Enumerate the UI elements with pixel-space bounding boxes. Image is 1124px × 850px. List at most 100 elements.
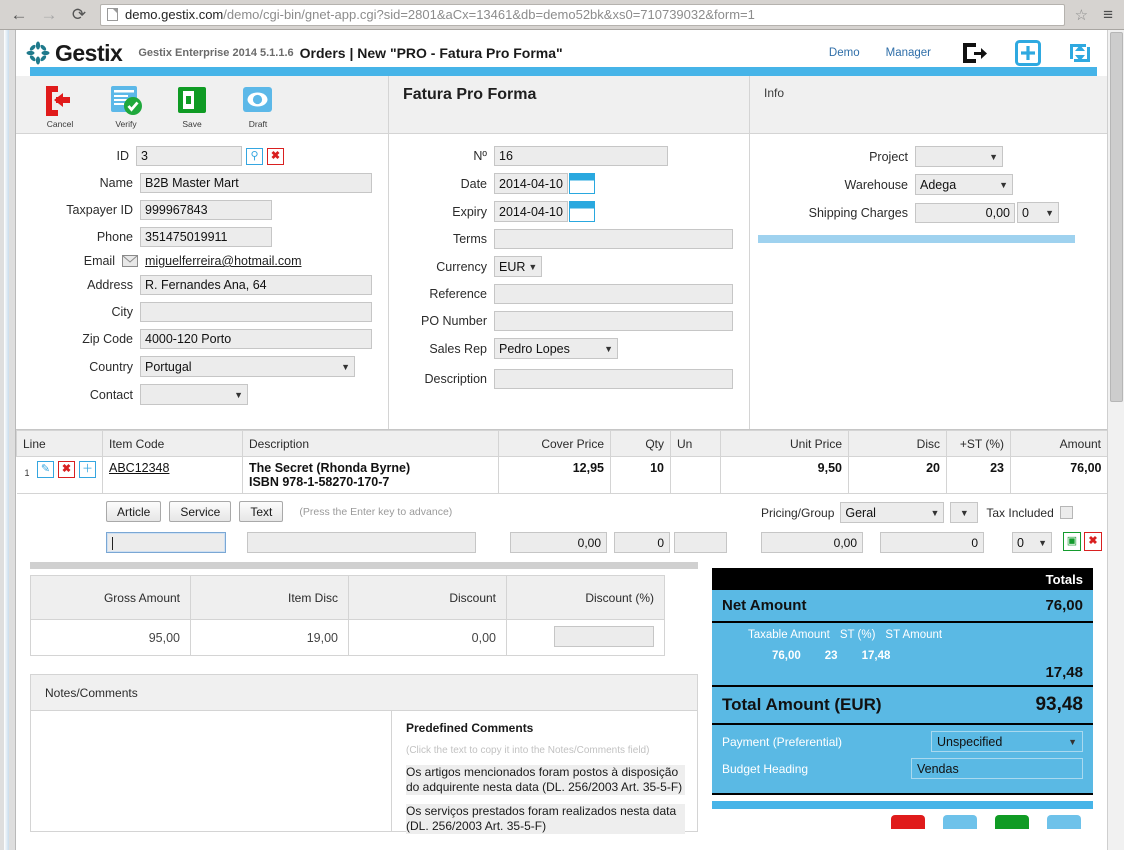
entry-unit-price-wrap: 0,00	[761, 532, 863, 553]
info-project-select[interactable]: ▼	[915, 146, 1003, 167]
calendar-icon[interactable]	[569, 173, 595, 194]
service-button[interactable]: Service	[169, 501, 232, 522]
customer-email-link[interactable]: miguelferreira@hotmail.com	[145, 254, 302, 268]
text-button[interactable]: Text	[239, 501, 284, 522]
entry-cover-price-input[interactable]: 0,00	[510, 532, 607, 553]
verify-button[interactable]: Verify	[104, 84, 148, 129]
header-link-demo[interactable]: Demo	[829, 47, 860, 59]
entry-disc-wrap: 0	[880, 532, 984, 553]
doc-description-input[interactable]	[494, 369, 733, 389]
info-warehouse-row: Warehouse Adega ▼	[750, 174, 1091, 195]
bottom-verify-button[interactable]	[943, 815, 977, 829]
tax-included-checkbox[interactable]	[1059, 506, 1073, 519]
entry-st-select[interactable]: 0 ▼	[1012, 532, 1052, 553]
envelope-icon[interactable]	[122, 255, 138, 267]
customer-contact-row: Contact ▼	[16, 384, 372, 405]
cancel-button[interactable]: Cancel	[38, 84, 82, 129]
doc-salesrep-select[interactable]: Pedro Lopes ▼	[494, 338, 618, 359]
notes-textarea[interactable]	[31, 711, 392, 831]
back-arrow-icon[interactable]: ←	[6, 3, 32, 27]
customer-country-value: Portugal	[145, 359, 192, 374]
list-item[interactable]: Os serviços prestados foram realizados n…	[406, 804, 685, 834]
reload-icon[interactable]: ⟳	[66, 3, 92, 27]
info-shipping-input[interactable]: 0,00	[915, 202, 1015, 223]
entry-disc-input[interactable]: 0	[880, 532, 984, 553]
info-shipping-tax-select[interactable]: 0 ▼	[1017, 202, 1059, 223]
table-row[interactable]: 1 ✎ ✖ ＋ ABC12348 The Secret (Rhonda Byrne)…	[16, 456, 1107, 494]
payment-row: Payment (Preferential) Unspecified ▼	[722, 731, 1083, 752]
bottom-cancel-button[interactable]	[891, 815, 925, 829]
draft-button[interactable]: Draft	[236, 84, 280, 129]
forward-arrow-icon[interactable]: →	[36, 3, 62, 27]
cancel-line-icon[interactable]: ✖	[1084, 532, 1102, 551]
info-project-label: Project	[869, 149, 908, 164]
notes-header: Notes/Comments	[31, 675, 697, 711]
insert-icon[interactable]: ＋	[79, 461, 96, 478]
doc-expiry-input[interactable]: 2014-04-10	[494, 201, 568, 222]
calendar-icon[interactable]	[569, 201, 595, 222]
customer-phone-input[interactable]: 351475019911	[140, 227, 272, 247]
item-code-link[interactable]: ABC12348	[109, 461, 169, 475]
customer-name-input[interactable]: B2B Master Mart	[140, 173, 372, 193]
doc-reference-input[interactable]	[494, 284, 733, 304]
save-button[interactable]: Save	[170, 84, 214, 129]
entry-qty-input[interactable]: 0	[614, 532, 670, 553]
header-accent-bar	[30, 67, 1097, 76]
payment-select[interactable]: Unspecified ▼	[931, 731, 1083, 752]
page-document-icon	[107, 8, 118, 21]
customer-phone-row: Phone 351475019911	[16, 227, 372, 247]
hamburger-menu-icon[interactable]: ≡	[1098, 6, 1118, 23]
add-document-icon[interactable]	[1015, 40, 1041, 66]
customer-contact-select[interactable]: ▼	[140, 384, 248, 405]
app-header: Gestix Gestix Enterprise 2014 5.1.1.6 Or…	[16, 30, 1107, 76]
customer-address-input[interactable]: R. Fernandes Ana, 64	[140, 275, 372, 295]
edit-icon[interactable]: ✎	[37, 461, 54, 478]
sync-refresh-icon[interactable]	[1067, 40, 1093, 66]
doc-terms-input[interactable]	[494, 229, 733, 249]
customer-taxid-input[interactable]: 999967843	[140, 200, 272, 220]
entry-unit-price-input[interactable]: 0,00	[761, 532, 863, 553]
customer-zip-label: Zip Code	[82, 332, 133, 346]
col-un: Un	[670, 430, 721, 457]
doc-number-input[interactable]: 16	[494, 146, 668, 166]
info-warehouse-select[interactable]: Adega ▼	[915, 174, 1013, 195]
discount-percent-input[interactable]	[554, 625, 654, 647]
customer-zip-input[interactable]: 4000-120 Porto	[140, 329, 372, 349]
page-scrollbar-thumb[interactable]	[1110, 32, 1123, 402]
logout-icon[interactable]	[961, 41, 989, 65]
st-values: 76,00 23 17,48	[722, 650, 1083, 662]
logo-wordmark[interactable]: Gestix	[55, 40, 123, 67]
entry-description-input[interactable]	[247, 532, 476, 553]
list-item[interactable]: Os artigos mencionados foram postos à di…	[406, 765, 685, 795]
pricing-extra-select[interactable]: ▼	[950, 502, 979, 523]
doc-ponumber-input[interactable]	[494, 311, 733, 331]
bookmark-star-icon[interactable]: ☆	[1069, 6, 1094, 24]
net-amount-label: Net Amount	[722, 597, 807, 614]
bottom-save-button[interactable]	[995, 815, 1029, 829]
customer-phone-label: Phone	[96, 230, 133, 244]
delete-icon[interactable]: ✖	[58, 461, 75, 478]
article-button[interactable]: Article	[106, 501, 162, 522]
clear-icon[interactable]: ✖	[267, 147, 284, 165]
budget-heading-input[interactable]: Vendas	[911, 758, 1083, 779]
page-scrollbar[interactable]	[1107, 30, 1124, 850]
customer-city-input[interactable]	[140, 302, 372, 322]
bottom-draft-button[interactable]	[1047, 815, 1081, 829]
customer-address-label: Address	[87, 278, 133, 292]
entry-code-input-wrap	[106, 532, 226, 553]
customer-name-label: Name	[99, 176, 133, 190]
col-amount: Amount	[1010, 430, 1107, 457]
entry-item-code-input[interactable]	[106, 532, 226, 553]
url-bar[interactable]: demo.gestix.com/demo/cgi-bin/gnet-app.cg…	[100, 3, 1065, 26]
pricing-group-select[interactable]: Geral ▼	[840, 502, 945, 523]
doc-date-input[interactable]: 2014-04-10	[494, 173, 568, 194]
header-link-manager[interactable]: Manager	[886, 47, 931, 59]
confirm-icon[interactable]: ▣	[1063, 532, 1081, 551]
net-amount-value: 76,00	[1045, 597, 1083, 614]
entry-un-input[interactable]	[674, 532, 727, 553]
customer-country-select[interactable]: Portugal ▼	[140, 356, 355, 377]
pricing-group-value: Geral	[845, 505, 876, 520]
customer-id-input[interactable]: 3	[136, 146, 242, 166]
search-icon[interactable]: ⚲	[246, 147, 263, 165]
doc-currency-select[interactable]: EUR ▼	[494, 256, 542, 277]
